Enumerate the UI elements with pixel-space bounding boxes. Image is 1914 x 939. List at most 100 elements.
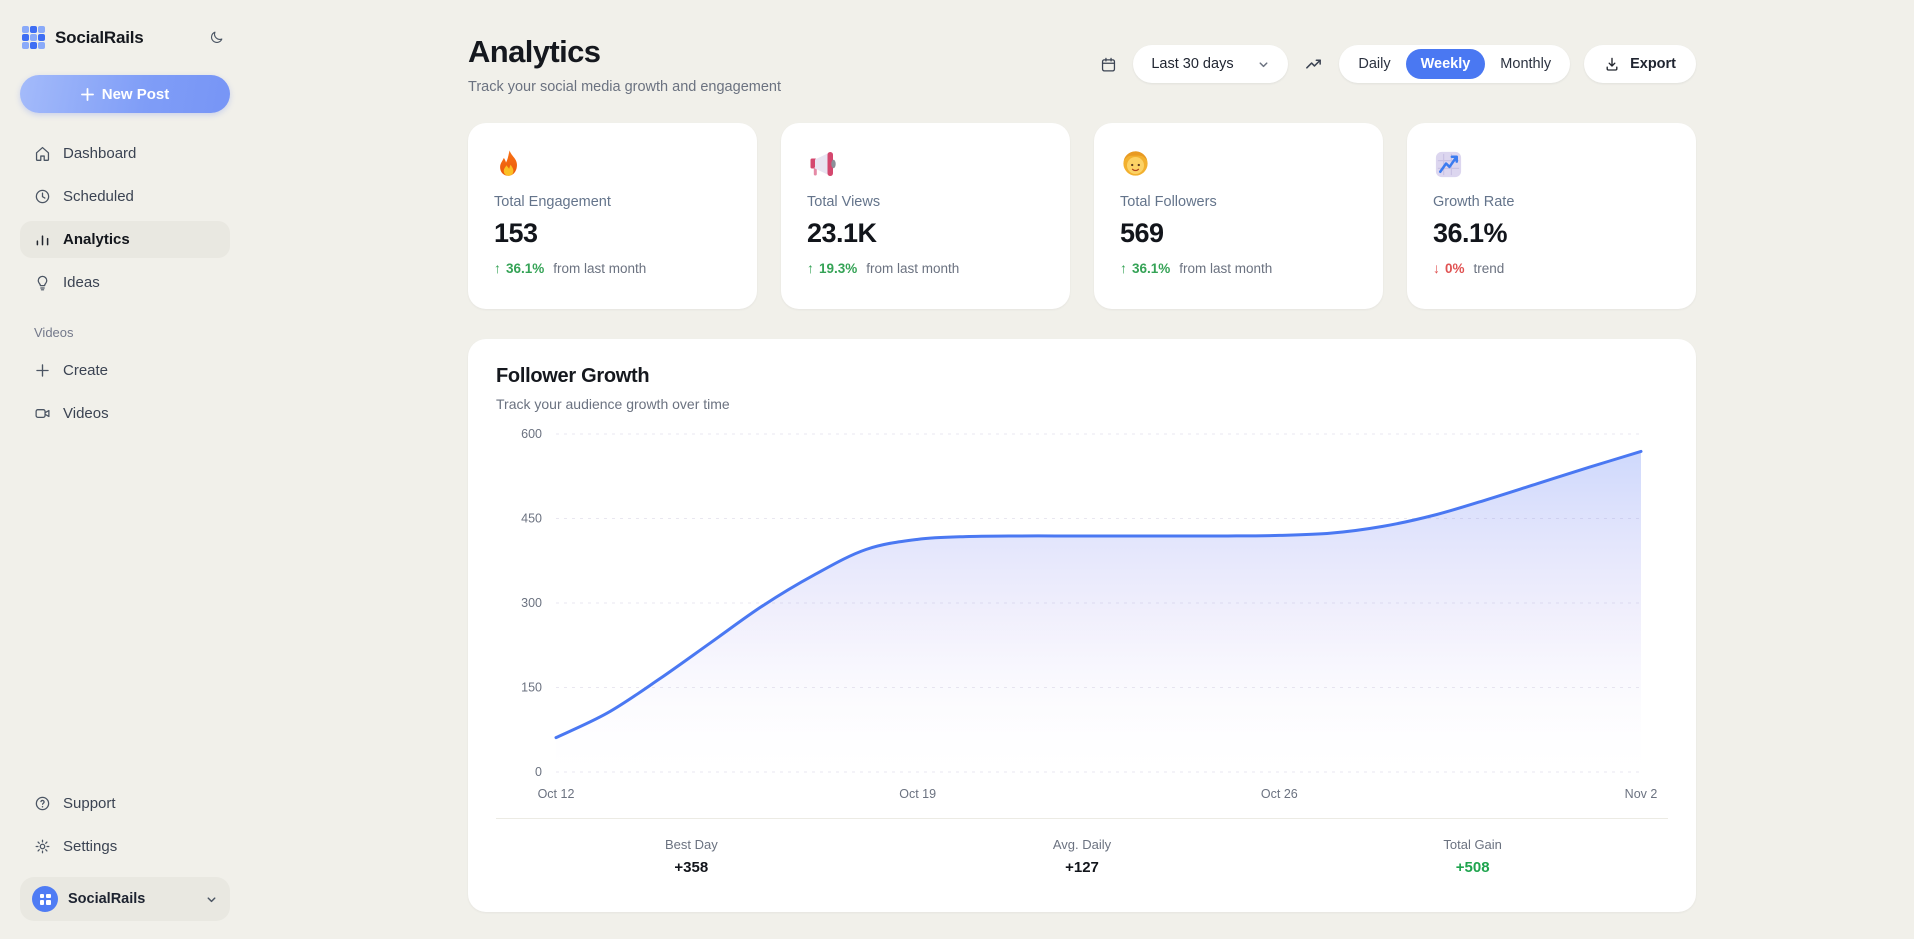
sidebar-item-settings[interactable]: Settings [20, 828, 230, 865]
page-header: Analytics Track your social media growth… [468, 34, 1696, 95]
sidebar-item-label: Videos [63, 405, 109, 422]
fire-icon [494, 148, 524, 180]
follower-growth-chart: 0 150 300 450 600 Oct 12 Oct 19 Oct 26 Nov 2 [496, 420, 1668, 816]
svg-text:300: 300 [521, 596, 542, 610]
moon-icon [209, 30, 224, 45]
stat-card-growth-rate: Growth Rate 36.1% ↓ 0% trend [1407, 123, 1696, 309]
chart-footer-stat-avg-daily: Avg. Daily +127 [887, 837, 1278, 876]
new-post-label: New Post [102, 86, 170, 103]
sidebar-item-label: Create [63, 362, 108, 379]
home-icon [34, 145, 51, 162]
sidebar-item-create[interactable]: Create [20, 352, 230, 389]
app-title: SocialRails [55, 28, 144, 48]
date-range-value: Last 30 days [1151, 56, 1233, 72]
video-camera-icon [34, 405, 51, 422]
megaphone-icon [807, 148, 839, 180]
account-avatar [32, 886, 58, 912]
stat-value: 36.1% [1433, 218, 1670, 249]
sidebar-item-scheduled[interactable]: Scheduled [20, 178, 230, 215]
app-logo-icon [22, 26, 45, 49]
sidebar: SocialRails New Post Dashboard [0, 0, 250, 939]
svg-text:Oct 12: Oct 12 [538, 787, 575, 801]
chart-title: Follower Growth [496, 365, 1668, 388]
svg-text:150: 150 [521, 681, 542, 695]
stat-card-total-followers: Total Followers 569 ↑ 36.1% from last mo… [1094, 123, 1383, 309]
chart-footer: Best Day +358 Avg. Daily +127 Total Gain… [496, 818, 1668, 876]
clock-icon [34, 188, 51, 205]
export-button[interactable]: Export [1584, 45, 1696, 83]
svg-text:0: 0 [535, 765, 542, 779]
stat-label: Total Followers [1120, 194, 1357, 210]
arrow-up-icon: ↑ [494, 260, 501, 276]
waffle-icon [40, 894, 51, 905]
chart-subtitle: Track your audience growth over time [496, 396, 1668, 412]
stat-card-total-views: Total Views 23.1K ↑ 19.3% from last mont… [781, 123, 1070, 309]
lightbulb-icon [34, 274, 51, 291]
stat-value: 569 [1120, 218, 1357, 249]
calendar-icon [1098, 54, 1119, 75]
tab-monthly[interactable]: Monthly [1485, 49, 1566, 79]
tab-daily[interactable]: Daily [1343, 49, 1405, 79]
download-icon [1604, 56, 1620, 72]
account-menu[interactable]: SocialRails [20, 877, 230, 921]
stat-delta: ↑ 36.1% from last month [1120, 260, 1357, 276]
sidebar-item-label: Ideas [63, 274, 100, 291]
stat-delta: ↑ 36.1% from last month [494, 260, 731, 276]
stat-label: Total Engagement [494, 194, 731, 210]
svg-text:450: 450 [521, 512, 542, 526]
person-icon [1120, 149, 1151, 180]
page-subtitle: Track your social media growth and engag… [468, 79, 781, 95]
arrow-down-icon: ↓ [1433, 260, 1440, 276]
chart-footer-stat-total-gain: Total Gain +508 [1277, 837, 1668, 876]
bar-chart-icon [34, 231, 51, 248]
chart-footer-stat-best-day: Best Day +358 [496, 837, 887, 876]
stat-delta: ↓ 0% trend [1433, 260, 1670, 276]
svg-text:Nov 2: Nov 2 [1625, 787, 1658, 801]
export-label: Export [1630, 56, 1676, 72]
new-post-button[interactable]: New Post [20, 75, 230, 113]
sidebar-item-label: Support [63, 795, 116, 812]
chevron-down-icon [1257, 58, 1270, 71]
stat-value: 23.1K [807, 218, 1044, 249]
date-range-select[interactable]: Last 30 days [1133, 45, 1288, 83]
stat-value: 153 [494, 218, 731, 249]
sidebar-section-videos: Videos [34, 325, 230, 340]
sidebar-item-ideas[interactable]: Ideas [20, 264, 230, 301]
chevron-down-icon [205, 893, 218, 906]
arrow-up-icon: ↑ [807, 260, 814, 276]
svg-text:Oct 19: Oct 19 [899, 787, 936, 801]
trending-up-icon [1302, 53, 1325, 76]
plus-icon [81, 88, 94, 101]
app-root: SocialRails New Post Dashboard [0, 0, 1914, 939]
sidebar-item-dashboard[interactable]: Dashboard [20, 135, 230, 172]
help-icon [34, 795, 51, 812]
stat-cards: Total Engagement 153 ↑ 36.1% from last m… [468, 123, 1696, 309]
sidebar-item-analytics[interactable]: Analytics [20, 221, 230, 258]
stat-card-total-engagement: Total Engagement 153 ↑ 36.1% from last m… [468, 123, 757, 309]
sidebar-item-label: Analytics [63, 231, 130, 248]
stat-label: Total Views [807, 194, 1044, 210]
svg-text:600: 600 [521, 427, 542, 441]
sidebar-item-support[interactable]: Support [20, 785, 230, 822]
tab-weekly[interactable]: Weekly [1406, 49, 1486, 79]
logo-row: SocialRails [20, 26, 230, 49]
sidebar-nav: Dashboard Scheduled Analytics [20, 135, 230, 432]
sidebar-item-label: Settings [63, 838, 117, 855]
dark-mode-toggle[interactable] [205, 26, 228, 49]
sidebar-item-label: Dashboard [63, 145, 136, 162]
follower-growth-card: Follower Growth Track your audience grow… [468, 339, 1696, 912]
plus-icon [34, 362, 51, 379]
sidebar-item-videos[interactable]: Videos [20, 395, 230, 432]
sidebar-footer: Support Settings SocialRails [20, 785, 230, 921]
gear-icon [34, 838, 51, 855]
arrow-up-icon: ↑ [1120, 260, 1127, 276]
svg-text:Oct 26: Oct 26 [1261, 787, 1298, 801]
period-toggle: Daily Weekly Monthly [1339, 45, 1570, 83]
stat-delta: ↑ 19.3% from last month [807, 260, 1044, 276]
page-title: Analytics [468, 34, 781, 70]
chart-increasing-icon [1433, 149, 1464, 180]
main-content: Analytics Track your social media growth… [250, 0, 1914, 939]
account-name: SocialRails [68, 891, 145, 907]
header-controls: Last 30 days Daily Weekly [1098, 45, 1696, 83]
sidebar-item-label: Scheduled [63, 188, 134, 205]
